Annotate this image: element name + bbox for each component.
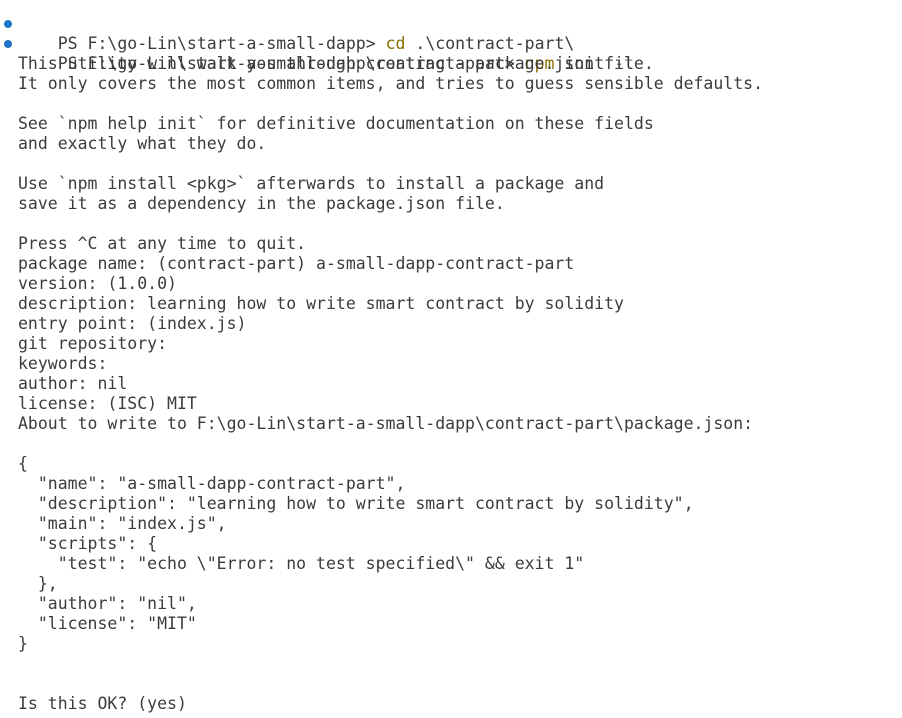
output-line: Use `npm install <pkg>` afterwards to in… <box>18 174 605 193</box>
json-line: "test": "echo \"Error: no test specified… <box>18 554 585 573</box>
output-line: description: learning how to write smart… <box>18 294 624 313</box>
output-line: It only covers the most common items, an… <box>18 74 764 93</box>
json-preview-output: { "name": "a-small-dapp-contract-part", … <box>0 454 902 654</box>
json-line: "main": "index.js", <box>18 514 227 533</box>
json-line: "license": "MIT" <box>18 614 197 633</box>
json-line: "name": "a-small-dapp-contract-part", <box>18 474 406 493</box>
output-line: package name: (contract-part) a-small-da… <box>18 254 575 273</box>
prompt-line-cd: PS F:\go-Lin\start-a-small-dapp> cd .\co… <box>0 14 902 53</box>
json-line: { <box>18 454 28 473</box>
prompt-line-npm-init: PS F:\go-Lin\start-a-small-dapp\contract… <box>0 34 902 73</box>
json-line: "author": "nil", <box>18 594 197 613</box>
output-line: See `npm help init` for definitive docum… <box>18 114 654 133</box>
json-line: "description": "learning how to write sm… <box>18 494 694 513</box>
json-line: }, <box>18 574 58 593</box>
output-line: About to write to F:\go-Lin\start-a-smal… <box>18 414 754 433</box>
output-line: Press ^C at any time to quit. <box>18 234 307 253</box>
output-line: keywords: <box>18 354 108 373</box>
output-line: entry point: (index.js) <box>18 314 247 333</box>
command-status-dot-icon[interactable] <box>4 40 12 48</box>
output-line: This utility will walk you through creat… <box>18 54 654 73</box>
intro-output: This utility will walk you through creat… <box>0 54 902 254</box>
output-line: author: nil <box>18 374 128 393</box>
json-line: } <box>18 634 28 653</box>
command-status-dot-icon[interactable] <box>4 20 12 28</box>
answers-output: package name: (contract-part) a-small-da… <box>0 254 902 434</box>
output-line: version: (1.0.0) <box>18 274 177 293</box>
output-line: license: (ISC) MIT <box>18 394 197 413</box>
json-line: "scripts": { <box>18 534 158 553</box>
output-line: save it as a dependency in the package.j… <box>18 194 505 213</box>
output-line: git repository: <box>18 334 168 353</box>
terminal-panel[interactable]: PS F:\go-Lin\start-a-small-dapp> cd .\co… <box>0 14 902 718</box>
output-line: and exactly what they do. <box>18 134 267 153</box>
confirm-prompt[interactable]: Is this OK? (yes) <box>0 694 902 714</box>
